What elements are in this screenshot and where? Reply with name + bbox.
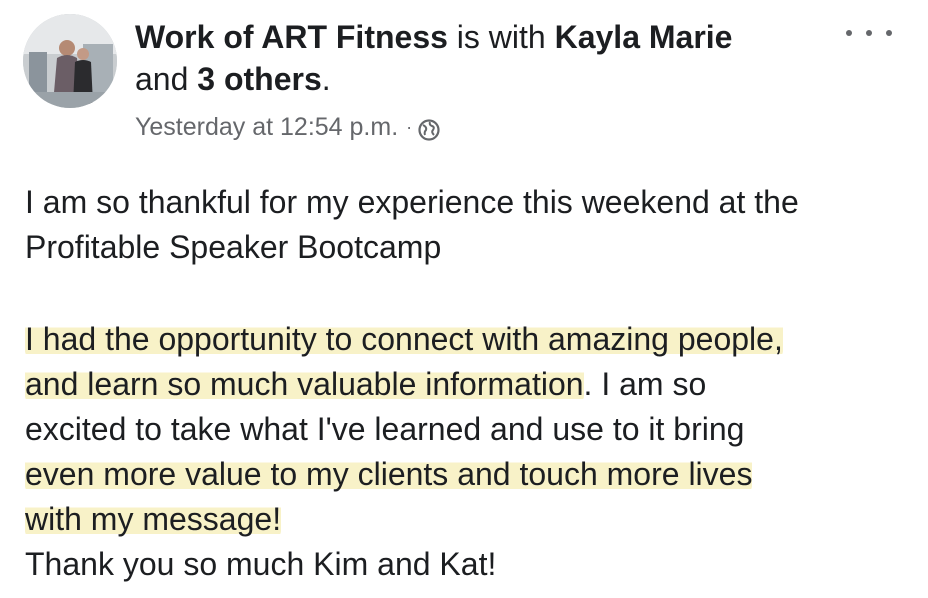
post-header: Work of ART Fitness is with Kayla Marie … (135, 16, 835, 100)
post-meta: Yesterday at 12:54 p.m. · (135, 110, 440, 144)
timestamp[interactable]: Yesterday at 12:54 p.m. (135, 110, 398, 144)
highlighted-line: I had the opportunity to connect with am… (25, 321, 783, 357)
period: . (321, 61, 331, 97)
text-line: Thank you so much Kim and Kat! (25, 546, 497, 582)
dot (866, 30, 872, 36)
text-line: excited to take what I've learned and us… (25, 411, 745, 447)
avatar-photo (23, 14, 117, 108)
more-options-icon[interactable] (846, 22, 892, 44)
with-text: is with (447, 19, 555, 55)
dot (886, 30, 892, 36)
paragraph-1: I am so thankful for my experience this … (25, 180, 920, 270)
separator: · (406, 117, 413, 137)
dot (846, 30, 852, 36)
others-link[interactable]: 3 others (197, 61, 321, 97)
avatar[interactable] (23, 14, 117, 108)
globe-icon[interactable] (418, 116, 440, 141)
highlighted-line: with my message! (25, 501, 282, 537)
paragraph-2: I had the opportunity to connect with am… (25, 317, 920, 587)
post-body: I am so thankful for my experience this … (25, 180, 920, 587)
post-title-line-1: Work of ART Fitness is with Kayla Marie (135, 16, 835, 58)
and-text: and (135, 61, 198, 97)
tagged-name[interactable]: Kayla Marie (555, 19, 733, 55)
post-title-line-2: and 3 others. (135, 58, 835, 100)
highlighted-line: and learn so much valuable information (25, 366, 584, 402)
text-line: I am so thankful for my experience this … (25, 184, 799, 220)
text-line: . I am so (583, 366, 707, 402)
author-name[interactable]: Work of ART Fitness (135, 19, 448, 55)
highlighted-line: even more value to my clients and touch … (25, 456, 753, 492)
text-line: Profitable Speaker Bootcamp (25, 229, 442, 265)
